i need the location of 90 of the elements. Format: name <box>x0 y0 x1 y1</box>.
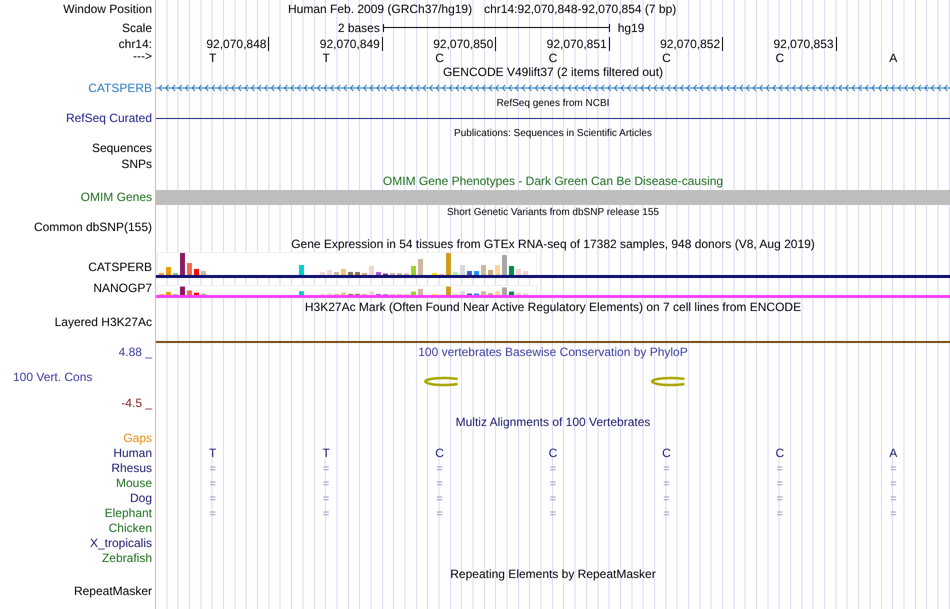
alignment-base: = <box>550 478 556 490</box>
alignment-base: = <box>663 492 670 504</box>
conservation-mark <box>651 376 685 386</box>
track-label: Rhesus <box>111 460 152 474</box>
alignment-base: = <box>776 462 784 474</box>
alignment-base: C <box>548 446 558 460</box>
coordinate-label: 92,070,849 <box>320 37 383 51</box>
alignment-base: C <box>662 446 671 460</box>
row-label: chr14: <box>118 37 152 51</box>
alignment-base: = <box>322 508 330 520</box>
track-title: Multiz Alignments of 100 Vertebrates <box>456 414 650 428</box>
track-label: Chicken <box>108 520 152 534</box>
alignment-base: = <box>436 508 443 520</box>
alignment-base: = <box>663 508 670 520</box>
assembly-text: Human Feb. 2009 (GRCh37/hg19) <box>288 2 472 16</box>
track-label: -4.5 _ <box>121 396 152 410</box>
track-label: Mouse <box>116 476 152 490</box>
position-text: chr14:92,070,848-92,070,854 (7 bp) <box>484 2 676 16</box>
track-label: OMIM Genes <box>80 190 152 204</box>
track-label: RepeatMasker <box>74 584 152 598</box>
alignment-base: = <box>890 462 896 474</box>
base-letter: C <box>548 51 558 65</box>
alignment-base: = <box>436 492 443 504</box>
track-label: CATSPERB <box>88 81 152 95</box>
alignment-base: T <box>209 446 216 460</box>
track-title: Short Genetic Variants from dbSNP release 155 <box>447 206 659 218</box>
base-letter: T <box>209 51 216 65</box>
track-label: NANOGP7 <box>93 281 152 295</box>
alignment-base: = <box>776 478 784 490</box>
base-letter: T <box>322 51 330 65</box>
track-title: RefSeq genes from NCBI <box>496 98 610 108</box>
row-label: ---> <box>133 49 152 63</box>
alignment-base: = <box>663 462 670 474</box>
conservation-mark <box>424 376 458 386</box>
track-label: Sequences <box>92 141 152 155</box>
track-label: SNPs <box>121 157 152 171</box>
base-letter: C <box>662 51 671 65</box>
alignment-base: T <box>322 446 330 460</box>
track-title: Repeating Elements by RepeatMasker <box>450 566 656 580</box>
alignment-base: C <box>435 446 444 460</box>
track-title: GENCODE V49lift37 (2 items filtered out) <box>442 64 664 78</box>
track-label: Common dbSNP(155) <box>34 220 152 234</box>
coordinate-label: 92,070,850 <box>433 37 496 51</box>
track-label: RefSeq Curated <box>66 111 152 125</box>
coordinate-label: 92,070,852 <box>660 37 724 51</box>
alignment-base: = <box>776 492 784 504</box>
alignment-base: = <box>322 492 330 504</box>
track-label: Human <box>113 446 152 460</box>
track-label: 100 Vert. Cons <box>13 370 92 384</box>
alignment-base: = <box>209 492 216 504</box>
alignment-base: = <box>776 508 784 520</box>
track-title: OMIM Gene Phenotypes - Dark Green Can Be Disease-causing <box>382 174 724 188</box>
track-label: X_tropicalis <box>90 536 152 550</box>
alignment-base: = <box>890 492 896 504</box>
coordinate-label: 92,070,848 <box>206 37 270 51</box>
base-letter: C <box>435 51 444 65</box>
track-title: Gene Expression in 54 tissues from GTEx RNA-seq of 17382 samples, 948 donors (V8, Aug 2019) <box>291 236 815 250</box>
track-title: H3K27Ac Mark (Often Found Near Active Regulatory Elements) on 7 cell lines from ENCODE <box>304 300 802 314</box>
coordinate-label: 92,070,853 <box>774 37 837 51</box>
alignment-base: = <box>663 478 670 490</box>
alignment-base: = <box>550 462 556 474</box>
alignment-base: = <box>209 462 216 474</box>
row-label: Scale <box>122 20 152 34</box>
track-label: Layered H3K27Ac <box>54 315 152 329</box>
alignment-base: = <box>322 462 330 474</box>
track-title: Publications: Sequences in Scientific Articles <box>454 128 652 138</box>
base-letter: A <box>889 51 898 65</box>
track-label: Zebrafish <box>102 550 152 564</box>
base-letter: C <box>776 51 784 65</box>
track-label: Elephant <box>104 506 152 520</box>
alignment-base: = <box>436 478 443 490</box>
alignment-base: = <box>890 478 896 490</box>
track-title: 100 vertebrates Basewise Conservation by PhyloP <box>418 344 688 358</box>
row-label: Window Position <box>63 2 152 16</box>
track-label: Gaps <box>123 430 152 444</box>
scale-text: 2 bases <box>338 20 380 34</box>
track-label: CATSPERB <box>88 260 152 274</box>
alignment-base: = <box>550 492 556 504</box>
coordinate-label: 92,070,851 <box>546 37 610 51</box>
alignment-base: = <box>209 478 216 490</box>
alignment-base: = <box>209 508 216 520</box>
alignment-base: = <box>550 508 556 520</box>
alignment-base: A <box>889 446 898 460</box>
track-label: Dog <box>130 490 152 504</box>
alignment-base: = <box>322 478 330 490</box>
track-label: 4.88 _ <box>118 344 152 358</box>
alignment-base: = <box>436 462 443 474</box>
database-text: hg19 <box>618 20 644 34</box>
alignment-base: = <box>890 508 896 520</box>
alignment-base: C <box>776 446 784 460</box>
